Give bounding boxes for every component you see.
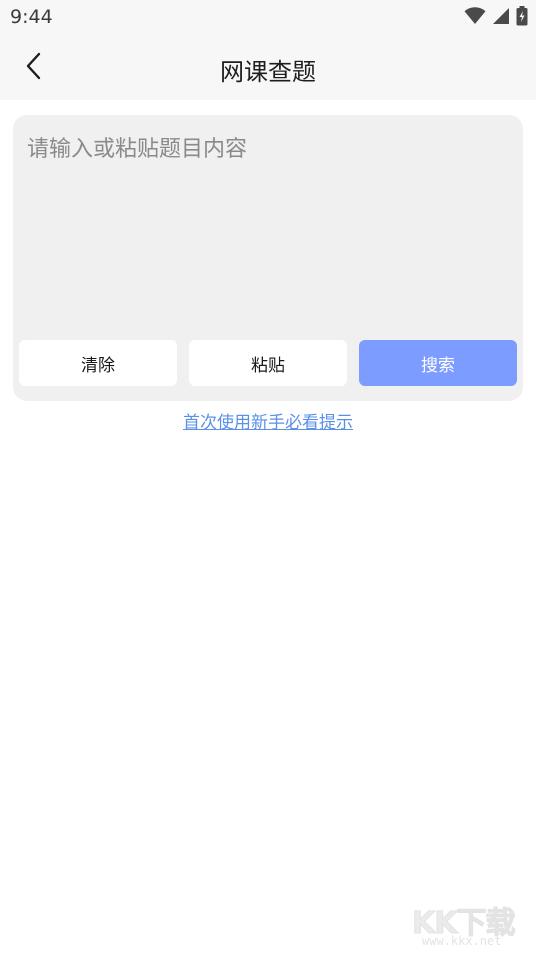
page-title: 网课查题	[220, 58, 316, 86]
status-bar: 9:44	[0, 0, 536, 36]
search-card: 清除 粘贴 搜索	[13, 115, 523, 401]
watermark-url: www.kkx.net	[422, 934, 502, 948]
wifi-icon	[464, 7, 486, 29]
paste-button[interactable]: 粘贴	[189, 340, 347, 386]
question-input[interactable]	[21, 125, 515, 335]
status-icons	[464, 6, 528, 30]
screen: 9:44 网课查题 请输入或粘贴题目内容 清除 粘贴 搜索 首次使用新手必看提示…	[0, 0, 536, 954]
battery-icon	[516, 6, 528, 30]
watermark: KK下载 www.kkx.net	[412, 896, 530, 954]
status-time: 9:44	[10, 6, 53, 28]
app-header: 网课查题	[0, 36, 536, 100]
signal-icon	[492, 7, 510, 29]
clear-button[interactable]: 清除	[19, 340, 177, 386]
beginner-tips-link[interactable]: 首次使用新手必看提示	[0, 408, 536, 433]
search-button[interactable]: 搜索	[359, 340, 517, 386]
